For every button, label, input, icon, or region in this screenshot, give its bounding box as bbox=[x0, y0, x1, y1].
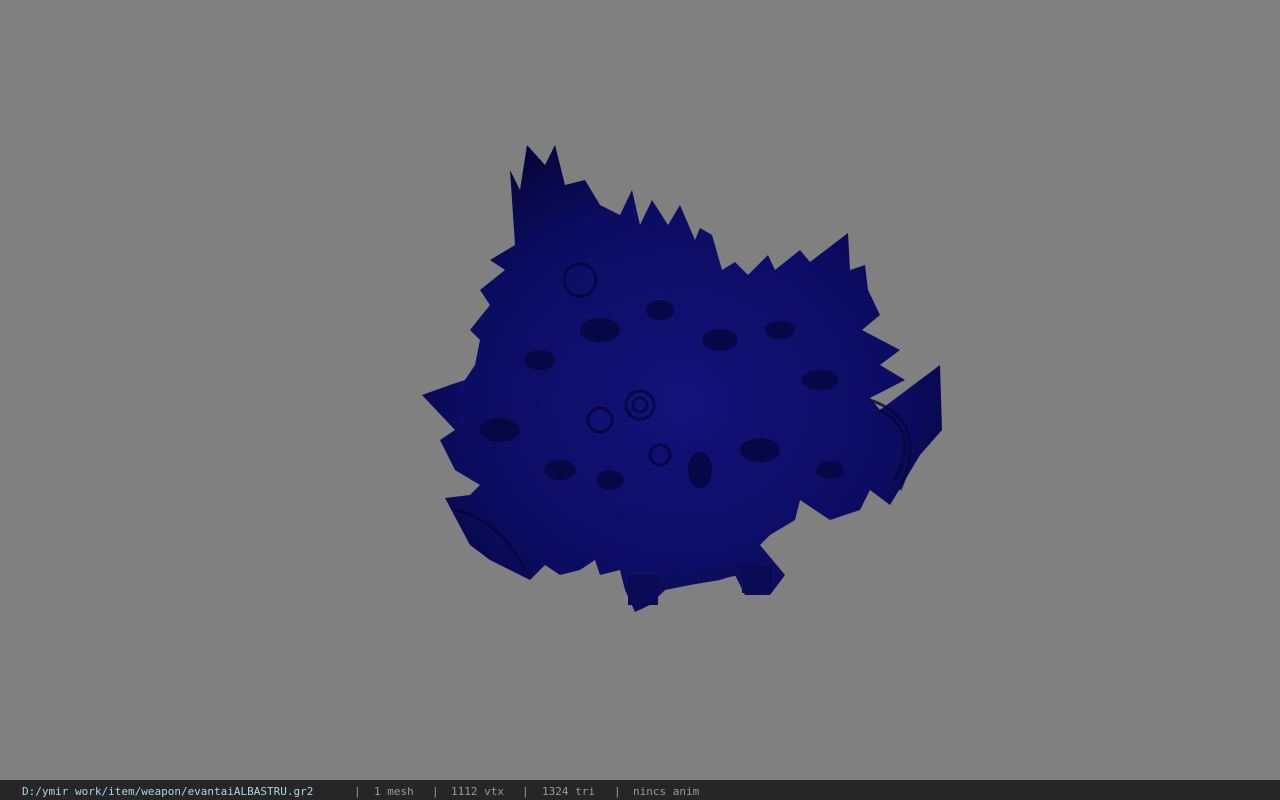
separator: | bbox=[522, 785, 529, 798]
fan-feathers bbox=[422, 145, 942, 612]
status-bar: D:/ymir work/item/weapon/evantaiALBASTRU… bbox=[0, 780, 1280, 800]
model-viewport[interactable] bbox=[0, 0, 1280, 780]
separator: | bbox=[354, 785, 361, 798]
file-path: D:/ymir work/item/weapon/evantaiALBASTRU… bbox=[22, 785, 314, 798]
triangle-count: 1324 tri bbox=[542, 785, 595, 798]
separator: | bbox=[614, 785, 621, 798]
fan-weapon-model[interactable] bbox=[0, 0, 1280, 780]
vertex-count: 1112 vtx bbox=[451, 785, 504, 798]
separator: | bbox=[432, 785, 439, 798]
mesh-count: 1 mesh bbox=[374, 785, 414, 798]
animation-status: nincs anim bbox=[633, 785, 700, 798]
